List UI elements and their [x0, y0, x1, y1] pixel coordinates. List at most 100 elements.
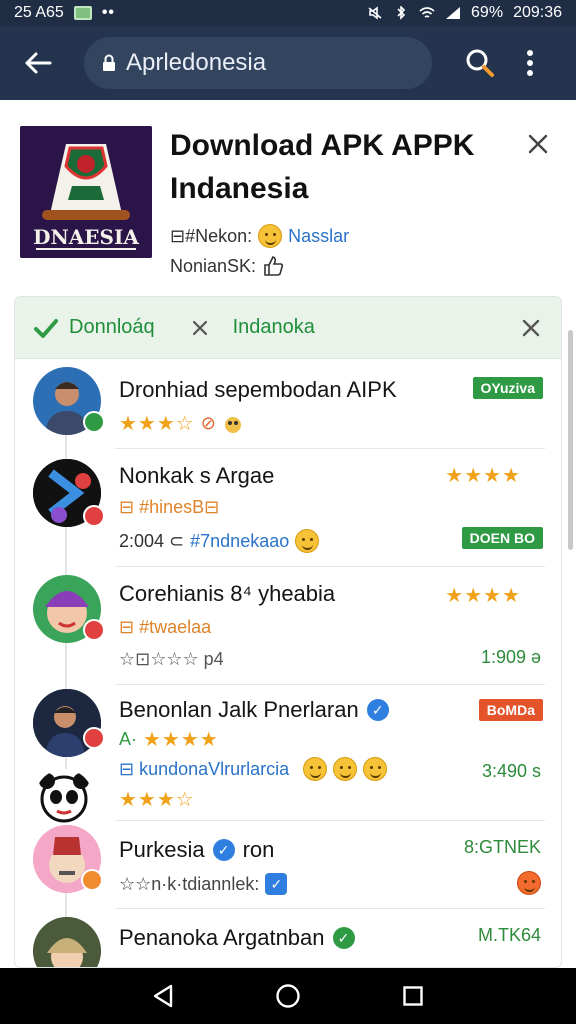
verified-icon: ✓ — [212, 839, 235, 861]
close-icon[interactable] — [524, 130, 552, 158]
author-prefix: ⊟#Nekon: — [170, 225, 253, 246]
nav-home-button[interactable] — [268, 976, 308, 1016]
grin-icon — [333, 757, 358, 781]
item-title-suffix: ron — [242, 837, 275, 862]
svg-text:DNAESIA: DNAESIA — [33, 225, 139, 249]
bluetooth-icon — [397, 6, 406, 20]
author-link[interactable]: Nasslar — [288, 226, 349, 247]
item-title-row: Purkesia ✓ ron — [119, 837, 274, 863]
image-icon — [73, 6, 92, 20]
owl-icon — [224, 416, 241, 433]
home-circle-icon — [276, 984, 300, 1008]
item-title: Penanoka Argatnban — [119, 925, 325, 950]
item-meta-link[interactable]: #7ndnekaao — [190, 531, 289, 552]
toolbar: Aprledonesia — [0, 26, 576, 100]
rating-stars: ★★★★ — [143, 729, 219, 751]
close-tab-icon[interactable] — [189, 317, 211, 339]
smile-icon — [303, 757, 328, 781]
avatar — [33, 917, 101, 967]
smiley-icon — [258, 224, 283, 248]
list-item[interactable]: Corehianis 8⁴ yheabia ⊟ #twaelaa ☆⊡☆☆☆ p… — [15, 567, 545, 685]
verified-icon: ✓ — [332, 927, 355, 949]
search-icon — [466, 49, 494, 77]
right-rating-stars: ★★★★ — [445, 585, 521, 607]
checkbox-icon[interactable]: ✓ — [265, 873, 288, 895]
rating-label: NonianSK: — [170, 255, 257, 276]
list-item[interactable]: Dronhiad sepembodan AIPK ★★★☆ ⊘ OYuziva — [15, 359, 545, 449]
item-title-row: Penanoka Argatnban ✓ — [119, 925, 355, 951]
back-arrow-icon — [25, 52, 52, 74]
status-badge — [83, 505, 105, 527]
item-title: Nonkak s Argae — [119, 463, 275, 488]
status-badge — [83, 411, 105, 433]
status-time-left: 25 A65 — [14, 4, 64, 21]
item-title: Corehianis 8⁴ yheabia — [119, 581, 336, 606]
item-meta: 2:004 ⊂ #7ndnekaao — [119, 529, 320, 553]
item-tag[interactable]: BoMDa — [478, 699, 543, 721]
thumbs-up-icon[interactable] — [262, 255, 284, 277]
status-time-right: 209:36 — [513, 4, 562, 21]
url-text: Aprledonesia — [126, 49, 267, 76]
triangle-back-icon — [153, 984, 172, 1008]
mute-icon — [368, 6, 382, 20]
recents-square-icon — [403, 986, 424, 1006]
nav-back-button[interactable] — [143, 976, 183, 1016]
close-panel-icon[interactable] — [519, 316, 543, 340]
status-bar: 25 A65 •• 69% 209:36 — [0, 0, 576, 26]
item-title: Dronhiad sepembodan AIPK — [119, 377, 397, 402]
item-title: Benonlan Jalk Pnerlaran — [119, 697, 359, 722]
item-title-row: Benonlan Jalk Pnerlaran ✓ — [119, 697, 389, 723]
tab-indonesia[interactable]: Indanoka — [233, 316, 315, 339]
wifi-icon — [419, 7, 435, 18]
list-item[interactable]: Penanoka Argatnban ✓ M.TK64 — [15, 909, 545, 967]
tab-downloads[interactable]: Donnloáq — [69, 316, 155, 339]
panel-header: Donnloáq Indanoka — [15, 297, 561, 359]
item-meta-prefix: 2:004 ⊂ — [119, 530, 185, 551]
list-item[interactable]: Benonlan Jalk Pnerlaran ✓ A· ★★★★ ⊟ kund… — [15, 685, 545, 827]
item-tagline: ⊟ #hinesB⊟ — [119, 497, 220, 517]
item-link[interactable]: ⊟ kundonaVlrurlarcia — [119, 759, 289, 780]
more-options-button[interactable] — [512, 41, 548, 85]
verified-icon: ✓ — [366, 699, 389, 721]
app-header: DNAESIA Download APK APPK Indanesia ⊟#Ne… — [0, 100, 576, 296]
item-rating: ★★★☆ ⊘ — [119, 411, 244, 436]
item-meta-text: ☆☆n·k·tdiannlek: — [119, 873, 260, 894]
item-rating-prefix: A· — [119, 729, 137, 749]
signal-icon — [446, 7, 461, 19]
item-extra: ⊘ — [200, 413, 216, 433]
rating-stars: ★★★☆ — [119, 413, 195, 435]
item-rating-2: ★★★☆ — [119, 787, 195, 812]
item-meta: ☆⊡☆☆☆ p4 — [119, 649, 224, 669]
system-nav-bar — [0, 968, 576, 1024]
app-logo: DNAESIA — [20, 126, 152, 258]
item-count: M.TK64 — [477, 925, 541, 945]
more-vert-icon — [527, 50, 533, 76]
check-icon — [34, 318, 58, 338]
list-item[interactable]: Purkesia ✓ ron ☆☆n·k·tdiannlek: ✓ 8:GTNE… — [15, 821, 545, 909]
item-tag[interactable]: DOEN BO — [461, 527, 543, 549]
nav-recents-button[interactable] — [393, 976, 433, 1016]
item-count: 3:490 s — [481, 761, 541, 781]
author-line: ⊟#Nekon: Nasslar — [170, 224, 349, 248]
search-button[interactable] — [458, 41, 502, 85]
item-title: Purkesia — [119, 837, 205, 862]
status-badge — [83, 727, 105, 749]
list-item[interactable]: Nonkak s Argae ⊟ #hinesB⊟ 2:004 ⊂ #7ndne… — [15, 449, 545, 567]
scrollbar[interactable] — [568, 330, 573, 550]
right-rating-stars: ★★★★ — [445, 465, 521, 487]
rating-line: NonianSK: — [170, 255, 284, 277]
panda-avatar — [35, 769, 93, 827]
address-bar[interactable]: Aprledonesia — [84, 37, 432, 89]
item-count: 8:GTNEK — [463, 837, 541, 857]
item-rating: A· ★★★★ — [119, 727, 219, 752]
happy-icon — [363, 757, 388, 781]
laughing-face-icon — [295, 529, 320, 553]
item-meta: ☆☆n·k·tdiannlek: ✓ — [119, 873, 288, 895]
battery-level: 69% — [471, 4, 504, 21]
back-button[interactable] — [14, 39, 62, 87]
rating-stars: ★★★☆ — [119, 789, 195, 811]
page-title: Download APK APPK Indanesia — [170, 129, 475, 205]
gear-badge-icon — [81, 869, 103, 891]
item-tag[interactable]: OYuziva — [472, 377, 543, 399]
item-count: 1:909 ə — [480, 647, 541, 667]
